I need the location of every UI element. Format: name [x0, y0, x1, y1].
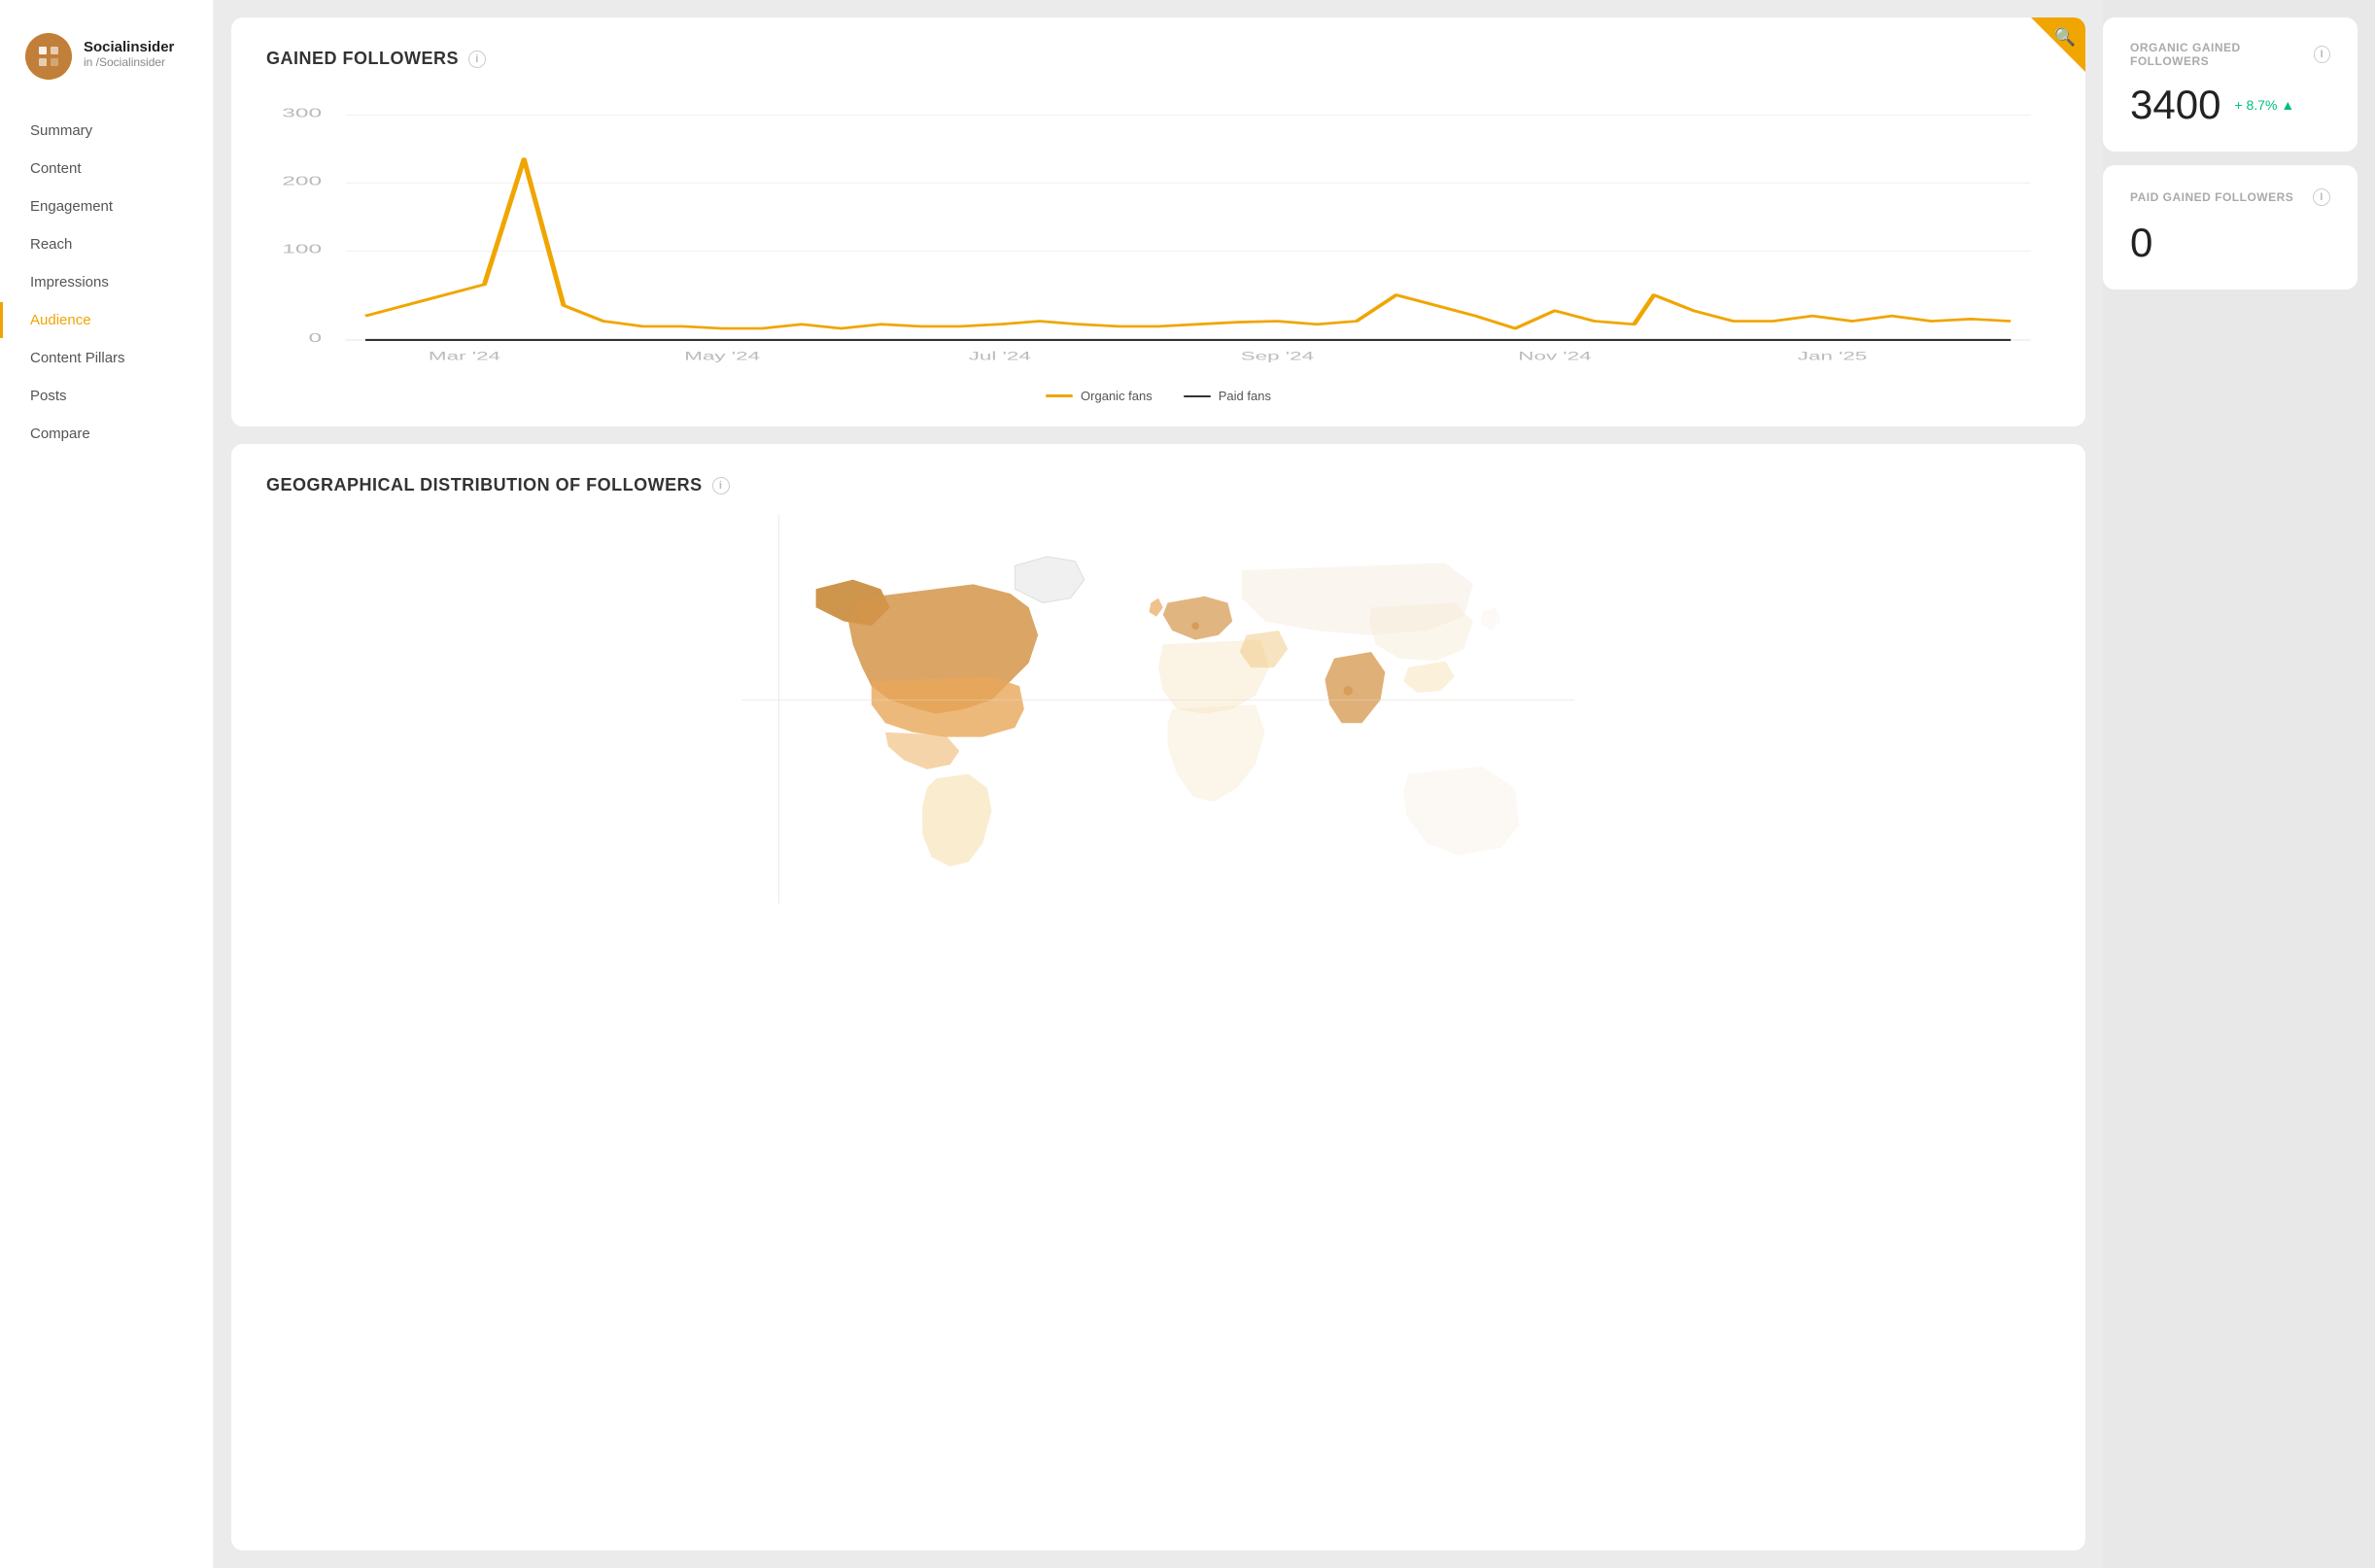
up-arrow-icon: ▲	[2281, 97, 2294, 113]
organic-gained-value: 3400 + 8.7% ▲	[2130, 82, 2330, 128]
paid-gained-card: PAID GAINED FOLLOWERS i 0	[2103, 165, 2358, 290]
chart-title: GAINED FOLLOWERS i	[266, 49, 2050, 69]
content-area: 🔍 GAINED FOLLOWERS i 300 200 100 0 Mar '…	[214, 0, 2103, 1568]
organic-legend-line	[1046, 394, 1073, 397]
sidebar-item-posts[interactable]: Posts	[0, 378, 213, 414]
main-panel: 🔍 GAINED FOLLOWERS i 300 200 100 0 Mar '…	[214, 0, 2103, 1568]
right-panel: ORGANIC GAINED FOLLOWERS i 3400 + 8.7% ▲…	[2103, 0, 2375, 1568]
organic-gained-title: ORGANIC GAINED FOLLOWERS i	[2130, 41, 2330, 68]
svg-text:Sep '24: Sep '24	[1241, 350, 1314, 362]
sidebar-header: in Socialinsider in /Socialinsider	[0, 0, 213, 103]
sidebar-item-impressions[interactable]: Impressions	[0, 264, 213, 300]
world-map-svg	[266, 515, 2050, 903]
organic-info-icon[interactable]: i	[2314, 46, 2330, 63]
sidebar-item-content-pillars[interactable]: Content Pillars	[0, 340, 213, 376]
sidebar-item-summary[interactable]: Summary	[0, 113, 213, 149]
map-title: GEOGRAPHICAL DISTRIBUTION OF FOLLOWERS i	[266, 475, 2050, 495]
svg-text:200: 200	[282, 174, 322, 188]
chart-info-icon[interactable]: i	[468, 51, 486, 68]
paid-gained-title: PAID GAINED FOLLOWERS i	[2130, 188, 2330, 206]
organic-change-badge: + 8.7% ▲	[2234, 97, 2294, 113]
brand-logo	[25, 33, 72, 80]
svg-text:300: 300	[282, 106, 322, 120]
gained-followers-chart: 300 200 100 0 Mar '24 May '24 Jul '24 Se…	[266, 96, 2050, 368]
paid-info-icon[interactable]: i	[2313, 188, 2330, 206]
svg-text:100: 100	[282, 242, 322, 256]
sidebar-item-compare[interactable]: Compare	[0, 416, 213, 452]
brand-info: Socialinsider in /Socialinsider	[84, 39, 174, 69]
paid-gained-value: 0	[2130, 220, 2330, 266]
sidebar-item-audience[interactable]: Audience	[0, 302, 213, 338]
svg-text:0: 0	[308, 331, 322, 346]
sidebar-item-reach[interactable]: Reach	[0, 226, 213, 262]
paid-legend-line	[1184, 395, 1211, 397]
legend-paid: Paid fans	[1184, 389, 1271, 403]
sidebar: in Socialinsider in /Socialinsider Summa…	[0, 0, 214, 1568]
brand-name: Socialinsider	[84, 39, 174, 55]
gained-followers-card: 🔍 GAINED FOLLOWERS i 300 200 100 0 Mar '…	[231, 17, 2085, 426]
world-map	[266, 515, 2050, 903]
brand-handle: in /Socialinsider	[84, 55, 174, 69]
svg-text:Jan '25: Jan '25	[1798, 350, 1868, 362]
sidebar-nav: Summary Content Engagement Reach Impress…	[0, 103, 213, 461]
chart-legend: Organic fans Paid fans	[266, 389, 2050, 403]
sidebar-item-content[interactable]: Content	[0, 151, 213, 187]
svg-text:Nov '24: Nov '24	[1518, 350, 1591, 362]
geo-distribution-card: GEOGRAPHICAL DISTRIBUTION OF FOLLOWERS i	[231, 444, 2085, 1551]
search-icon[interactable]: 🔍	[2054, 27, 2076, 48]
legend-organic: Organic fans	[1046, 389, 1153, 403]
svg-text:Jul '24: Jul '24	[969, 350, 1031, 362]
map-info-icon[interactable]: i	[712, 477, 730, 494]
svg-text:May '24: May '24	[684, 350, 760, 362]
svg-text:Mar '24: Mar '24	[429, 350, 500, 362]
sidebar-item-engagement[interactable]: Engagement	[0, 188, 213, 224]
organic-gained-card: ORGANIC GAINED FOLLOWERS i 3400 + 8.7% ▲	[2103, 17, 2358, 152]
